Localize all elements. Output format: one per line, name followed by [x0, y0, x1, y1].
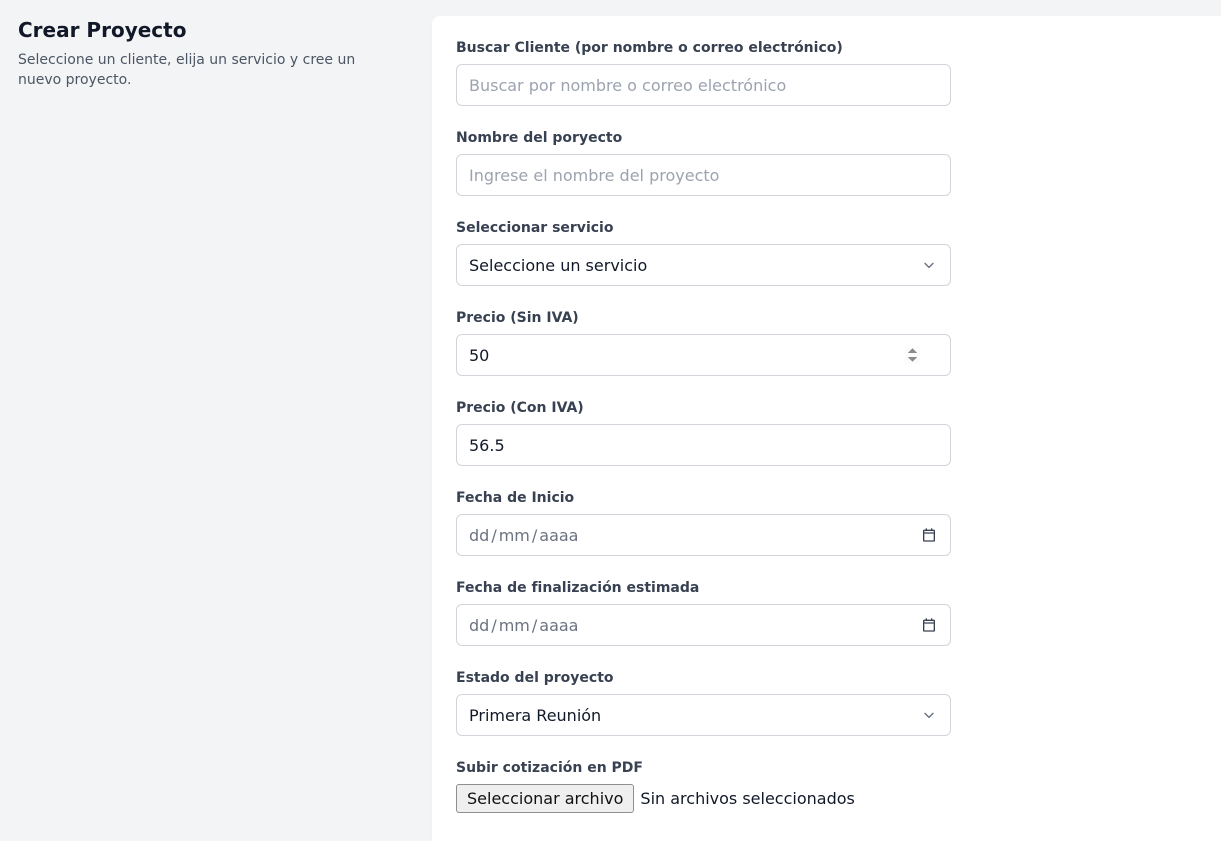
field-project-name: Nombre del poryecto: [456, 130, 951, 196]
service-select[interactable]: Seleccione un servicio: [456, 244, 951, 286]
field-service: Seleccionar servicio Seleccione un servi…: [456, 220, 951, 286]
date-day-placeholder: dd: [469, 616, 489, 635]
page-title: Crear Proyecto: [18, 18, 408, 42]
field-status: Estado del proyecto Primera Reunión: [456, 670, 951, 736]
project-name-input[interactable]: [456, 154, 951, 196]
label-price-no-vat: Precio (Sin IVA): [456, 310, 951, 326]
label-start-date: Fecha de Inicio: [456, 490, 951, 506]
date-day-placeholder: dd: [469, 526, 489, 545]
status-select[interactable]: Primera Reunión: [456, 694, 951, 736]
main-panel: Buscar Cliente (por nombre o correo elec…: [432, 16, 1221, 841]
field-price-no-vat: Precio (Sin IVA): [456, 310, 951, 376]
label-end-date: Fecha de finalización estimada: [456, 580, 951, 596]
start-date-input[interactable]: dd/mm/aaaa: [456, 514, 951, 556]
field-start-date: Fecha de Inicio dd/mm/aaaa: [456, 490, 951, 556]
sidebar: Crear Proyecto Seleccione un cliente, el…: [0, 0, 432, 841]
label-service: Seleccionar servicio: [456, 220, 951, 236]
field-end-date: Fecha de finalización estimada dd/mm/aaa…: [456, 580, 951, 646]
label-status: Estado del proyecto: [456, 670, 951, 686]
date-year-placeholder: aaaa: [539, 526, 578, 545]
search-client-input[interactable]: [456, 64, 951, 106]
price-no-vat-input[interactable]: [456, 334, 951, 376]
price-vat-input[interactable]: [456, 424, 951, 466]
end-date-input[interactable]: dd/mm/aaaa: [456, 604, 951, 646]
label-price-vat: Precio (Con IVA): [456, 400, 951, 416]
field-search-client: Buscar Cliente (por nombre o correo elec…: [456, 40, 951, 106]
file-status-text: Sin archivos seleccionados: [640, 789, 854, 808]
label-project-name: Nombre del poryecto: [456, 130, 951, 146]
date-month-placeholder: mm: [499, 526, 530, 545]
create-project-form: Buscar Cliente (por nombre o correo elec…: [456, 40, 951, 813]
date-month-placeholder: mm: [499, 616, 530, 635]
date-year-placeholder: aaaa: [539, 616, 578, 635]
label-upload: Subir cotización en PDF: [456, 760, 951, 776]
field-price-vat: Precio (Con IVA): [456, 400, 951, 466]
page-description: Seleccione un cliente, elija un servicio…: [18, 50, 378, 91]
field-upload: Subir cotización en PDF Seleccionar arch…: [456, 760, 951, 813]
choose-file-button[interactable]: Seleccionar archivo: [456, 784, 634, 813]
label-search-client: Buscar Cliente (por nombre o correo elec…: [456, 40, 951, 56]
